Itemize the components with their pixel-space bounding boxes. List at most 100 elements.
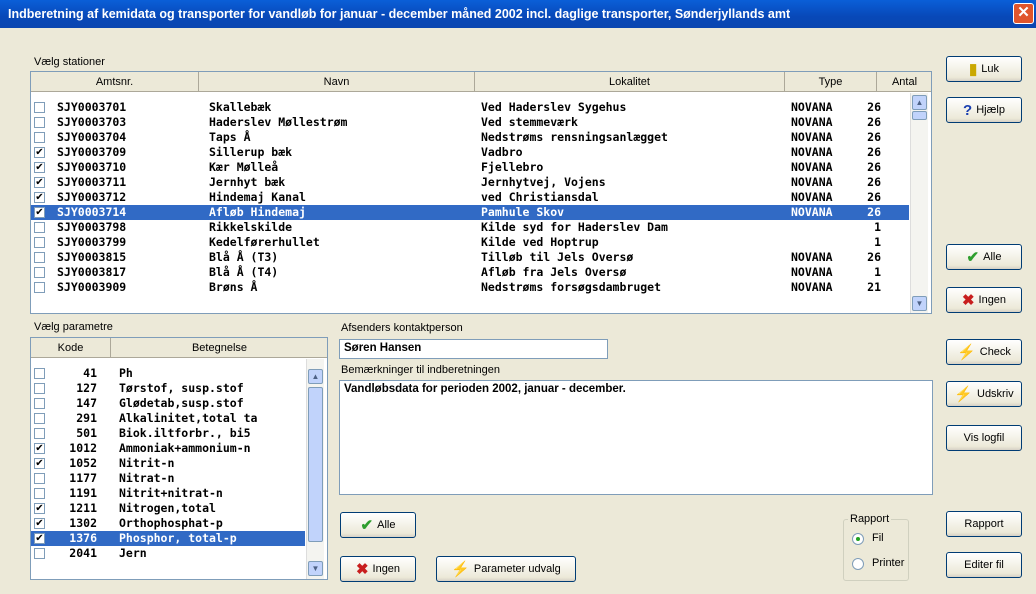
station-checkbox[interactable]: ✔ bbox=[34, 192, 45, 203]
parameter-row[interactable]: 501 Biok.iltforbr., bi5 bbox=[31, 426, 305, 441]
select-none-params-button[interactable]: ✖ Ingen bbox=[340, 556, 416, 582]
col-header-kode[interactable]: Kode bbox=[31, 338, 111, 358]
stations-grid[interactable]: Amtsnr. Navn Lokalitet Type Antal SJY000… bbox=[30, 71, 932, 314]
station-navn: Jernhyt bæk bbox=[209, 175, 286, 189]
station-checkbox[interactable] bbox=[34, 237, 45, 248]
view-log-button[interactable]: Vis logfil bbox=[946, 425, 1022, 451]
parameter-checkbox[interactable]: ✔ bbox=[34, 533, 45, 544]
parameter-row[interactable]: ✔ 1302 Orthophosphat-p bbox=[31, 516, 305, 531]
edit-file-button[interactable]: Editer fil bbox=[946, 552, 1022, 578]
station-row[interactable]: ✔ SJY0003709 Sillerup bæk Vadbro NOVANA 26 bbox=[31, 145, 909, 160]
help-button[interactable]: ? Hjælp bbox=[946, 97, 1022, 123]
parameters-grid[interactable]: Kode Betegnelse 41 Ph 127 Tørstof, susp.sto… bbox=[30, 337, 328, 580]
parameter-kode: 127 bbox=[76, 381, 97, 395]
stations-scrollbar[interactable]: ▲ ▼ bbox=[910, 93, 928, 313]
parameter-checkbox[interactable]: ✔ bbox=[34, 518, 45, 529]
station-checkbox[interactable]: ✔ bbox=[34, 147, 45, 158]
station-row[interactable]: SJY0003799 Kedelførerhullet Kilde ved Hopt… bbox=[31, 235, 909, 250]
radio-printer[interactable] bbox=[852, 558, 864, 570]
station-row[interactable]: SJY0003815 Blå Å (T3) Tilløb til Jels Over… bbox=[31, 250, 909, 265]
station-lokalitet: Afløb fra Jels Oversø bbox=[481, 265, 627, 279]
report-button[interactable]: Rapport bbox=[946, 511, 1022, 537]
scroll-thumb[interactable] bbox=[308, 387, 323, 542]
parameter-checkbox[interactable] bbox=[34, 473, 45, 484]
select-none-stations-button[interactable]: ✖ Ingen bbox=[946, 287, 1022, 313]
parameter-selection-button[interactable]: ⚡ Parameter udvalg bbox=[436, 556, 576, 582]
parameter-row[interactable]: 41 Ph bbox=[31, 366, 305, 381]
scroll-down-icon[interactable]: ▼ bbox=[912, 296, 927, 311]
parameter-row[interactable]: 291 Alkalinitet,total ta bbox=[31, 411, 305, 426]
parameter-row[interactable]: ✔ 1012 Ammoniak+ammonium-n bbox=[31, 441, 305, 456]
station-checkbox[interactable] bbox=[34, 252, 45, 263]
parameter-betegnelse: Nitrit+nitrat-n bbox=[119, 486, 223, 500]
station-checkbox[interactable]: ✔ bbox=[34, 177, 45, 188]
luk-button[interactable]: ▮ Luk bbox=[946, 56, 1022, 82]
col-header-antal[interactable]: Antal bbox=[877, 72, 931, 92]
col-header-amtsnr[interactable]: Amtsnr. bbox=[31, 72, 199, 92]
parameter-checkbox[interactable]: ✔ bbox=[34, 443, 45, 454]
station-checkbox[interactable] bbox=[34, 267, 45, 278]
contact-field[interactable]: Søren Hansen bbox=[339, 339, 608, 359]
col-header-betegnelse[interactable]: Betegnelse bbox=[111, 338, 327, 358]
station-row[interactable]: SJY0003909 Brøns Å Nedstrøms forsøgsdambru… bbox=[31, 280, 909, 295]
station-lokalitet: Ved stemmeværk bbox=[481, 115, 578, 129]
station-navn: Brøns Å bbox=[209, 280, 258, 294]
station-amtsnr: SJY0003799 bbox=[57, 235, 127, 249]
station-checkbox[interactable]: ✔ bbox=[34, 162, 45, 173]
scroll-up-icon[interactable]: ▲ bbox=[912, 95, 927, 110]
contact-label: Afsenders kontaktperson bbox=[341, 322, 463, 334]
check-button[interactable]: ⚡ Check bbox=[946, 339, 1022, 365]
station-checkbox[interactable] bbox=[34, 222, 45, 233]
parameter-kode: 1191 bbox=[69, 486, 97, 500]
parameter-checkbox[interactable] bbox=[34, 383, 45, 394]
parameter-checkbox[interactable]: ✔ bbox=[34, 503, 45, 514]
scroll-up-icon[interactable]: ▲ bbox=[308, 369, 323, 384]
select-all-params-button[interactable]: ✔ Alle bbox=[340, 512, 416, 538]
parameters-scrollbar[interactable]: ▲ ▼ bbox=[306, 359, 324, 579]
question-icon: ? bbox=[963, 101, 973, 119]
col-header-lokalitet[interactable]: Lokalitet bbox=[475, 72, 785, 92]
station-checkbox[interactable] bbox=[34, 102, 45, 113]
station-checkbox[interactable] bbox=[34, 282, 45, 293]
station-checkbox[interactable]: ✔ bbox=[34, 207, 45, 218]
radio-fil[interactable] bbox=[852, 533, 864, 545]
station-antal: 1 bbox=[874, 220, 881, 234]
station-row[interactable]: ✔ SJY0003712 Hindemaj Kanal ved Christiansd… bbox=[31, 190, 909, 205]
station-row[interactable]: SJY0003701 Skallebæk Ved Haderslev Sygehus… bbox=[31, 100, 909, 115]
parameter-checkbox[interactable] bbox=[34, 368, 45, 379]
station-row[interactable]: ✔ SJY0003711 Jernhyt bæk Jernhytvej, Vojens… bbox=[31, 175, 909, 190]
station-checkbox[interactable] bbox=[34, 117, 45, 128]
parameter-checkbox[interactable] bbox=[34, 488, 45, 499]
remarks-field[interactable]: Vandløbsdata for perioden 2002, januar -… bbox=[339, 380, 933, 495]
station-row[interactable]: ✔ SJY0003714 Afløb Hindemaj Pamhule Skov NOV… bbox=[31, 205, 909, 220]
parameter-checkbox[interactable] bbox=[34, 428, 45, 439]
station-checkbox[interactable] bbox=[34, 132, 45, 143]
station-row[interactable]: SJY0003703 Haderslev Møllestrøm Ved stemme… bbox=[31, 115, 909, 130]
parameter-row[interactable]: ✔ 1211 Nitrogen,total bbox=[31, 501, 305, 516]
print-button[interactable]: ⚡ Udskriv bbox=[946, 381, 1022, 407]
close-icon[interactable]: ✕ bbox=[1013, 3, 1034, 24]
col-header-navn[interactable]: Navn bbox=[199, 72, 475, 92]
parameter-row[interactable]: ✔ 1376 Phosphor, total-p bbox=[31, 531, 305, 546]
parameter-kode: 2041 bbox=[69, 546, 97, 560]
select-all-stations-button[interactable]: ✔ Alle bbox=[946, 244, 1022, 270]
station-row[interactable]: SJY0003704 Taps Å Nedstrøms rensningsanlæg… bbox=[31, 130, 909, 145]
station-row[interactable]: ✔ SJY0003710 Kær Mølleå Fjellebro NOVANA 26 bbox=[31, 160, 909, 175]
scroll-down-icon[interactable]: ▼ bbox=[308, 561, 323, 576]
parameter-row[interactable]: 1191 Nitrit+nitrat-n bbox=[31, 486, 305, 501]
scroll-thumb[interactable] bbox=[912, 111, 927, 120]
parameter-checkbox[interactable]: ✔ bbox=[34, 458, 45, 469]
parameter-row[interactable]: 147 Glødetab,susp.stof bbox=[31, 396, 305, 411]
parameter-row[interactable]: ✔ 1052 Nitrit-n bbox=[31, 456, 305, 471]
station-row[interactable]: SJY0003817 Blå Å (T4) Afløb fra Jels Overs… bbox=[31, 265, 909, 280]
parameter-checkbox[interactable] bbox=[34, 398, 45, 409]
parameter-checkbox[interactable] bbox=[34, 413, 45, 424]
col-header-type[interactable]: Type bbox=[785, 72, 877, 92]
parameter-betegnelse: Orthophosphat-p bbox=[119, 516, 223, 530]
parameter-row[interactable]: 127 Tørstof, susp.stof bbox=[31, 381, 305, 396]
parameter-row[interactable]: 1177 Nitrat-n bbox=[31, 471, 305, 486]
parameter-row[interactable]: 2041 Jern bbox=[31, 546, 305, 561]
station-antal: 26 bbox=[867, 100, 881, 114]
station-row[interactable]: SJY0003798 Rikkelskilde Kilde syd for Hade… bbox=[31, 220, 909, 235]
parameter-checkbox[interactable] bbox=[34, 548, 45, 559]
